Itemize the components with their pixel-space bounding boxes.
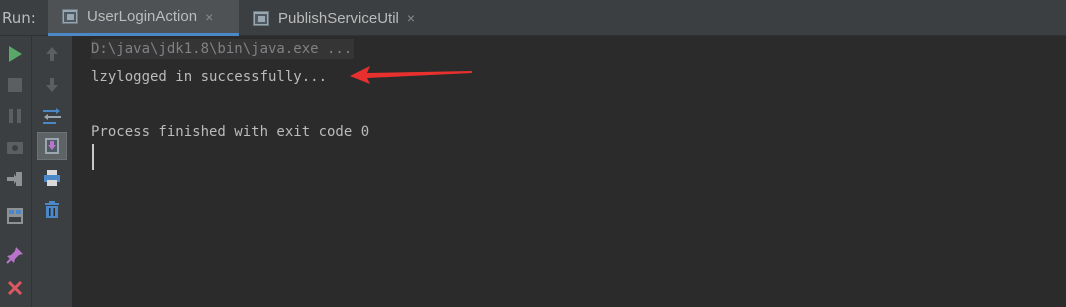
scroll-up-icon[interactable] (40, 42, 64, 66)
run-tool-window-header: Run: UserLoginAction × PublishServiceUti… (0, 0, 1066, 36)
text-caret (92, 144, 94, 170)
console-command-line: D:\java\jdk1.8\bin\java.exe ... (91, 39, 355, 59)
close-icon[interactable] (3, 276, 27, 300)
print-icon[interactable] (40, 166, 64, 190)
pause-icon[interactable] (3, 104, 27, 128)
tab-user-login-action[interactable]: UserLoginAction × (48, 0, 239, 36)
scroll-to-end-icon[interactable] (37, 132, 67, 160)
rerun-icon[interactable] (3, 42, 27, 66)
soft-wrap-icon[interactable] (40, 104, 64, 128)
exit-icon[interactable] (3, 167, 27, 191)
tab-label: PublishServiceUtil (278, 9, 399, 27)
run-actions-toolbar (0, 36, 32, 307)
console-exit-message: Process finished with exit code 0 (91, 124, 370, 140)
run-config-icon (62, 9, 78, 24)
annotation-arrow-icon (350, 66, 472, 84)
clear-all-icon[interactable] (40, 198, 64, 222)
layout-icon[interactable] (3, 204, 27, 228)
console-output[interactable]: D:\java\jdk1.8\bin\java.exe ... lzylogge… (74, 36, 1066, 307)
run-label: Run: (2, 9, 36, 27)
stop-icon[interactable] (3, 73, 27, 97)
pin-icon[interactable] (3, 243, 27, 267)
console-output-line: lzylogged in successfully... (91, 69, 328, 85)
close-icon[interactable]: × (205, 9, 213, 25)
close-icon[interactable]: × (407, 10, 415, 26)
scroll-down-icon[interactable] (40, 73, 64, 97)
dump-threads-icon[interactable] (3, 136, 27, 160)
run-config-icon (253, 10, 269, 26)
tab-publish-service-util[interactable]: PublishServiceUtil × (239, 0, 435, 36)
tab-label: UserLoginAction (87, 8, 198, 25)
console-actions-toolbar (32, 36, 73, 307)
